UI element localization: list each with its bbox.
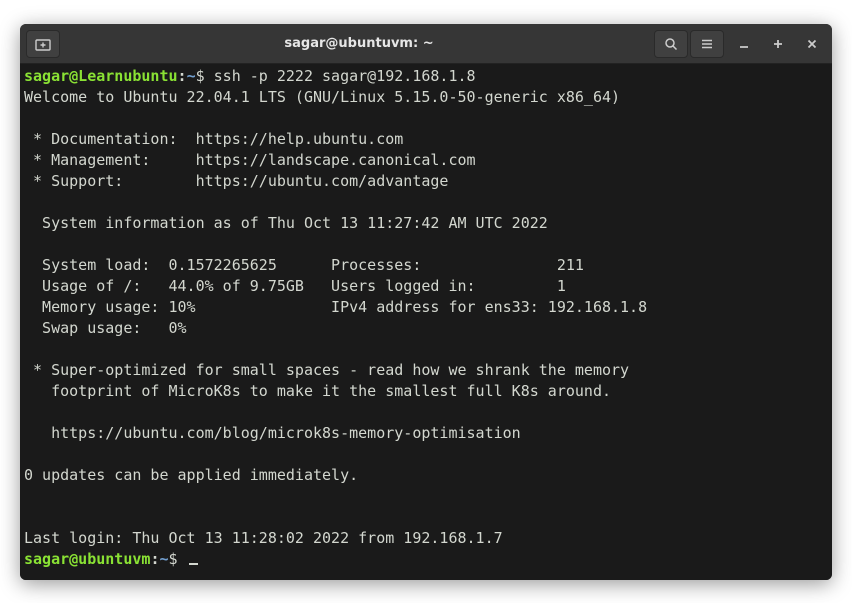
motd-sysinfo-row: System load: 0.1572265625 Processes: 211 <box>24 256 584 274</box>
maximize-button[interactable] <box>764 30 792 58</box>
titlebar-left <box>26 30 64 58</box>
titlebar-right <box>654 30 826 58</box>
prompt-user-host: sagar@ubuntuvm <box>24 550 150 568</box>
titlebar: sagar@ubuntuvm: ~ <box>20 24 832 64</box>
hamburger-icon <box>700 37 714 51</box>
prompt-path: ~ <box>187 67 196 85</box>
motd-last-login: Last login: Thu Oct 13 11:28:02 2022 fro… <box>24 529 503 547</box>
motd-welcome: Welcome to Ubuntu 22.04.1 LTS (GNU/Linux… <box>24 88 620 106</box>
motd-microk8s: * Super-optimized for small spaces - rea… <box>24 361 629 379</box>
minimize-button[interactable] <box>730 30 758 58</box>
close-icon <box>806 38 818 50</box>
motd-microk8s: footprint of MicroK8s to make it the sma… <box>24 382 611 400</box>
prompt-path: ~ <box>159 550 168 568</box>
prompt-user-host: sagar@Learnubuntu <box>24 67 178 85</box>
motd-sysinfo-row: Swap usage: 0% <box>24 319 187 337</box>
motd-sysinfo-header: System information as of Thu Oct 13 11:2… <box>24 214 548 232</box>
minimize-icon <box>738 38 750 50</box>
motd-microk8s-url: https://ubuntu.com/blog/microk8s-memory-… <box>24 424 521 442</box>
terminal-window: sagar@ubuntuvm: ~ <box>20 24 832 580</box>
search-icon <box>664 37 678 51</box>
motd-sysinfo-row: Memory usage: 10% IPv4 address for ens33… <box>24 298 647 316</box>
terminal-body[interactable]: sagar@Learnubuntu:~$ ssh -p 2222 sagar@1… <box>20 64 832 580</box>
search-button[interactable] <box>654 30 688 58</box>
prompt-dollar: $ <box>196 67 214 85</box>
prompt-dollar: $ <box>169 550 187 568</box>
motd-updates: 0 updates can be applied immediately. <box>24 466 358 484</box>
motd-management: * Management: https://landscape.canonica… <box>24 151 476 169</box>
new-tab-icon <box>35 37 51 51</box>
menu-button[interactable] <box>690 30 724 58</box>
close-button[interactable] <box>798 30 826 58</box>
cursor <box>189 563 198 565</box>
maximize-icon <box>772 38 784 50</box>
motd-support: * Support: https://ubuntu.com/advantage <box>24 172 448 190</box>
prompt-colon: : <box>178 67 187 85</box>
new-tab-button[interactable] <box>26 30 60 58</box>
motd-sysinfo-row: Usage of /: 44.0% of 9.75GB Users logged… <box>24 277 566 295</box>
window-title: sagar@ubuntuvm: ~ <box>64 36 654 51</box>
motd-documentation: * Documentation: https://help.ubuntu.com <box>24 130 403 148</box>
command-text: ssh -p 2222 sagar@192.168.1.8 <box>214 67 476 85</box>
